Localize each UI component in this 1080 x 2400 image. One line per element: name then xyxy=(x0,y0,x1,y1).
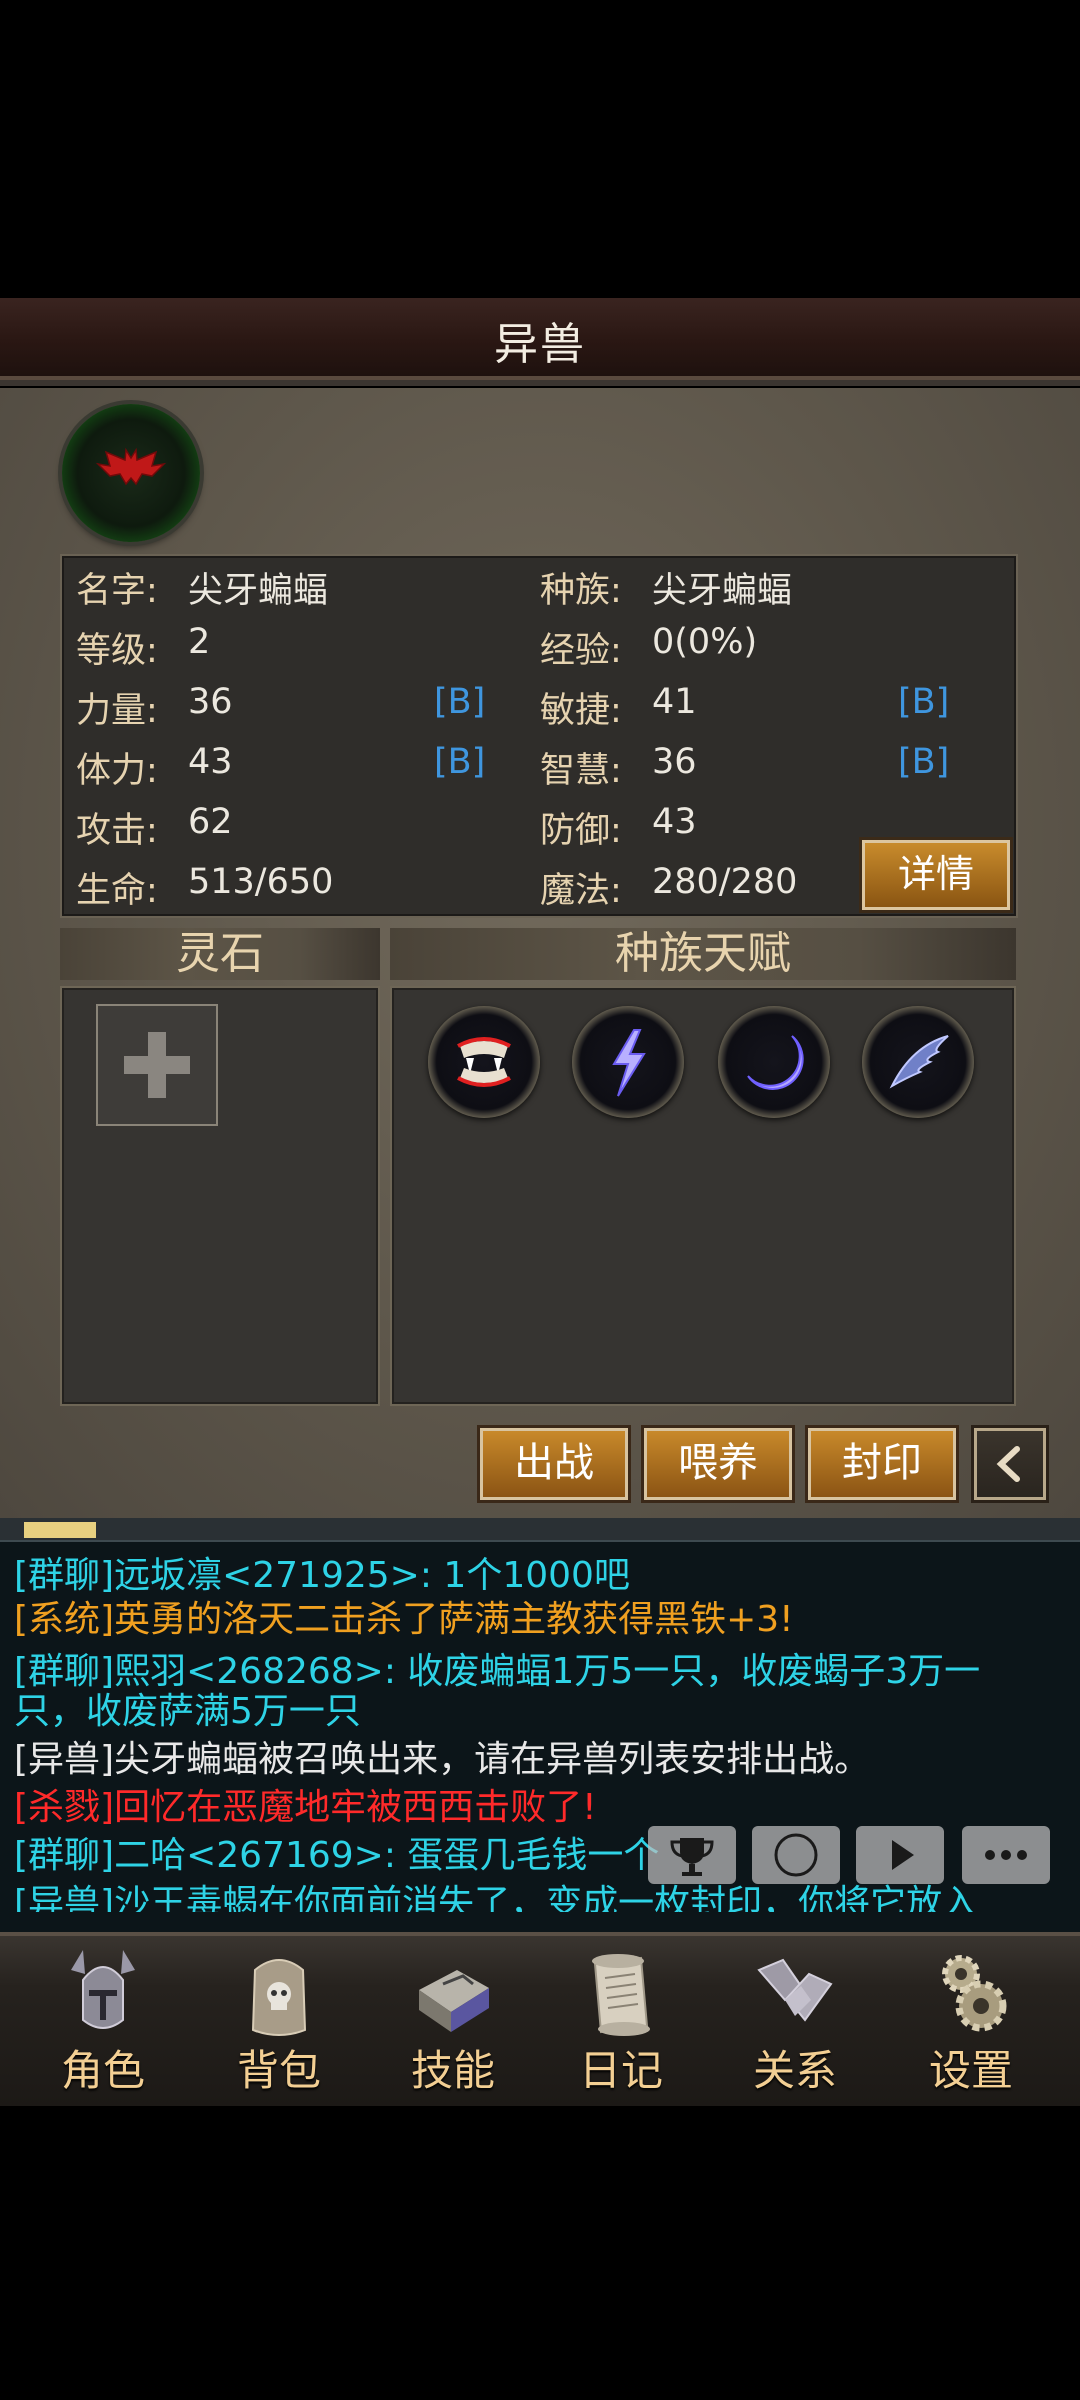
chat-message: [群聊]二哈<267169>: 蛋蛋几毛钱一个 xyxy=(14,1835,660,1876)
crescent-moon-icon[interactable] xyxy=(718,1006,830,1118)
page-title: 异兽 xyxy=(494,319,586,370)
vit-grade: [B] xyxy=(434,742,486,782)
nav-backpack[interactable]: 背包 xyxy=(194,1932,364,2102)
compass-icon xyxy=(774,1833,818,1877)
chat-divider xyxy=(0,1518,1080,1542)
int-label: 智慧: xyxy=(540,751,622,791)
atk-label: 攻击: xyxy=(76,811,158,851)
pet-int: 36 xyxy=(652,742,697,782)
helmet-icon xyxy=(71,1950,135,2029)
int-grade: [B] xyxy=(898,742,950,782)
race-talent-header: 种族天赋 xyxy=(390,928,1016,980)
title-bar: 异兽 xyxy=(0,298,1080,386)
pet-name: 尖牙蝙蝠 xyxy=(188,571,329,611)
exp-label: 经验: xyxy=(540,631,622,671)
chat-message: [群聊]远坂凛<271925>: 1个1000吧 xyxy=(14,1555,630,1596)
pet-hp: 513/650 xyxy=(188,862,334,902)
chat-message: [系统]英勇的洛天二击杀了萨满主教获得黑铁+3! xyxy=(14,1599,794,1640)
spirit-stone-header: 灵石 xyxy=(60,928,380,980)
pet-level: 2 xyxy=(188,622,211,662)
pet-vit: 43 xyxy=(188,742,233,782)
nav-diary[interactable]: 日记 xyxy=(536,1932,706,2102)
back-button[interactable] xyxy=(974,1428,1046,1500)
trophy-button[interactable] xyxy=(648,1826,736,1884)
chat-message: [群聊]熙羽<268268>: 收废蝙蝠1万5一只，收废蝎子3万一 xyxy=(14,1651,981,1692)
seal-button[interactable]: 封印 xyxy=(808,1428,956,1500)
chevron-left-icon xyxy=(996,1446,1020,1482)
scroll-icon xyxy=(592,1954,650,2036)
pet-exp: 0(0%) xyxy=(652,622,758,662)
compass-button[interactable] xyxy=(752,1826,840,1884)
pet-def: 43 xyxy=(652,802,697,842)
vit-label: 体力: xyxy=(76,751,158,791)
more-icon xyxy=(985,1850,1027,1860)
nav-label: 角色 xyxy=(60,2046,145,2095)
play-button[interactable] xyxy=(856,1826,944,1884)
nav-skills[interactable]: 技能 xyxy=(368,1932,538,2102)
bat-icon xyxy=(96,447,166,486)
agi-grade: [B] xyxy=(898,682,950,722)
chat-message: [异兽]尖牙蝙蝠被召唤出来，请在异兽列表安排出战。 xyxy=(14,1739,871,1780)
chat-message: [异兽]沙王毒蝎在你面前消失了，变成一枚封印，你将它放入 xyxy=(14,1884,979,1912)
name-label: 名字: xyxy=(76,571,158,611)
wing-icon[interactable] xyxy=(862,1006,974,1118)
trophy-icon xyxy=(670,1838,714,1876)
pet-mp: 280/280 xyxy=(652,862,798,902)
chat-message: [杀戮]回忆在恶魔地牢被西西击败了! xyxy=(14,1787,597,1828)
chat-tab-indicator[interactable] xyxy=(24,1522,96,1538)
fangs-icon[interactable] xyxy=(428,1006,540,1118)
pet-agi: 41 xyxy=(652,682,697,722)
pet-str: 36 xyxy=(188,682,233,722)
nav-label: 背包 xyxy=(236,2046,321,2095)
level-label: 等级: xyxy=(76,631,158,671)
backpack-icon xyxy=(251,1959,307,2036)
add-spirit-stone-slot[interactable] xyxy=(96,1004,218,1126)
str-label: 力量: xyxy=(76,691,158,731)
mp-label: 魔法: xyxy=(540,871,622,911)
agi-label: 敏捷: xyxy=(540,691,622,731)
chat-message: 只，收废萨满5万一只 xyxy=(14,1691,361,1732)
skill-book-icon xyxy=(419,1970,489,2032)
handshake-icon xyxy=(757,1958,833,2022)
pet-atk: 62 xyxy=(188,802,233,842)
detail-button[interactable]: 详情 xyxy=(862,840,1010,910)
pet-avatar xyxy=(62,404,200,542)
def-label: 防御: xyxy=(540,811,622,851)
str-grade: [B] xyxy=(434,682,486,722)
nav-settings[interactable]: 设置 xyxy=(886,1932,1056,2102)
nav-character[interactable]: 角色 xyxy=(18,1932,188,2102)
nav-label: 技能 xyxy=(410,2046,495,2095)
deploy-button[interactable]: 出战 xyxy=(480,1428,628,1500)
gears-icon xyxy=(942,1955,1007,2032)
nav-label: 关系 xyxy=(752,2046,837,2095)
more-button[interactable] xyxy=(962,1826,1050,1884)
hp-label: 生命: xyxy=(76,871,158,911)
pet-race: 尖牙蝙蝠 xyxy=(652,571,793,611)
feed-button[interactable]: 喂养 xyxy=(644,1428,792,1500)
race-label: 种族: xyxy=(540,571,622,611)
play-icon xyxy=(892,1840,914,1870)
lightning-icon[interactable] xyxy=(572,1006,684,1118)
nav-label: 日记 xyxy=(578,2046,663,2095)
nav-relations[interactable]: 关系 xyxy=(710,1932,880,2102)
nav-label: 设置 xyxy=(928,2046,1013,2095)
